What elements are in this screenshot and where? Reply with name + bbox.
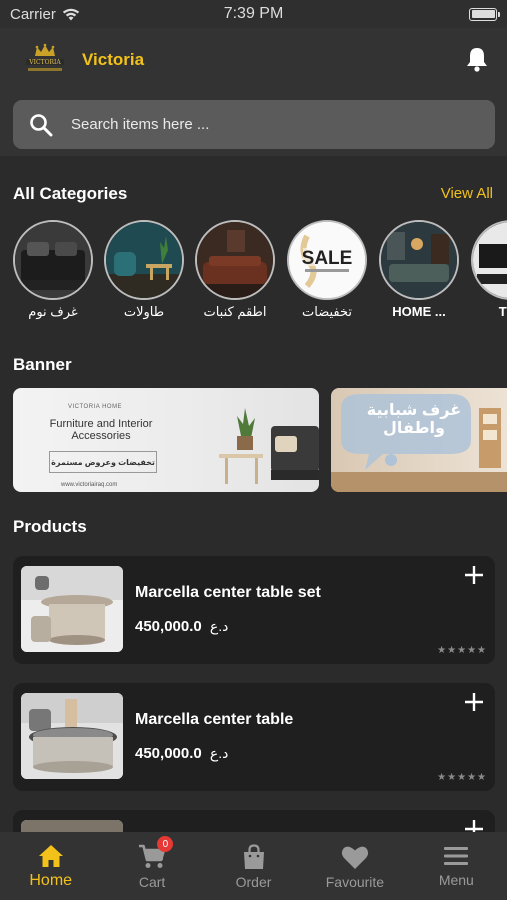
bottom-tab-bar: Home 0 Cart Order Favourite Menu (0, 832, 507, 900)
category-item-bedrooms[interactable]: غرف نوم (12, 220, 94, 320)
home-icon (38, 845, 63, 867)
banner-kids-title: غرف شبابية واطفال (366, 402, 462, 437)
rating-stars: ★★★★★ (437, 772, 487, 783)
category-label: اطقم كنبات (203, 304, 267, 319)
tab-label: Favourite (325, 874, 385, 890)
category-item-sale[interactable]: SALE تخفيضات (286, 220, 368, 320)
banner-kids-rooms[interactable]: غرف شبابية واطفال (331, 388, 507, 492)
banner-headline: Furniture and Interior Accessories (49, 418, 153, 442)
brand-name: Victoria (82, 50, 145, 69)
wifi-icon (62, 8, 80, 20)
price-value: 450,000.0 (135, 618, 202, 635)
price-currency: د.ع (209, 618, 229, 634)
status-bar: Carrier 7:39 PM (0, 0, 507, 28)
category-label: طاولات (123, 304, 165, 319)
search-icon (30, 113, 53, 136)
heart-icon (341, 846, 369, 869)
category-label: TV t (498, 304, 507, 319)
category-image (471, 220, 507, 300)
banner-url: www.victoriairaq.com (61, 482, 118, 488)
category-label: تخفيضات (302, 304, 352, 319)
tab-home[interactable]: Home (0, 832, 101, 900)
app-header: VICTORIA Victoria Search items here ... (0, 28, 507, 156)
victoria-logo: VICTORIA (26, 43, 64, 71)
category-label: HOME ... (392, 304, 446, 319)
categories-carousel[interactable]: غرف نوم طاولات اطقم كنبات SALE تخفيضات H… (0, 220, 507, 330)
product-image (21, 693, 123, 779)
search-input[interactable]: Search items here ... (71, 116, 209, 133)
status-left: Carrier (10, 6, 80, 23)
category-item-tv[interactable]: TV t (470, 220, 507, 319)
menu-icon (444, 847, 469, 865)
category-image (379, 220, 459, 300)
product-price: 450,000.0 د.ع (135, 618, 228, 635)
product-card[interactable]: Marcella center table 450,000.0 د.ع ★★★★… (13, 683, 495, 791)
add-to-cart-icon[interactable] (463, 564, 485, 586)
product-image (21, 566, 123, 652)
tab-label: Order (235, 874, 272, 890)
svg-text:SALE: SALE (302, 248, 353, 269)
banner-title: Banner (13, 355, 72, 374)
price-currency: د.ع (209, 745, 229, 761)
carrier-label: Carrier (10, 5, 56, 23)
category-label: غرف نوم (28, 304, 78, 319)
category-item-sofas[interactable]: اطقم كنبات (194, 220, 276, 320)
banner-brand: VICTORIA HOME (68, 404, 123, 410)
product-price: 450,000.0 د.ع (135, 745, 228, 762)
product-card[interactable]: Marcella center table set 450,000.0 د.ع … (13, 556, 495, 664)
bell-icon[interactable] (465, 46, 489, 72)
product-name: Marcella center table set (135, 584, 321, 601)
bag-icon (243, 844, 264, 869)
add-to-cart-icon[interactable] (463, 691, 485, 713)
category-image (195, 220, 275, 300)
category-image: SALE (287, 220, 367, 300)
categories-title: All Categories (13, 184, 128, 203)
category-image (13, 220, 93, 300)
banner-furniture-image (219, 408, 319, 484)
price-value: 450,000.0 (135, 745, 202, 762)
product-name: Marcella center table (135, 711, 294, 728)
category-item-home[interactable]: HOME ... (378, 220, 460, 319)
banner-furniture[interactable]: VICTORIA HOME Furniture and Interior Acc… (13, 388, 319, 492)
logo-wordmark: VICTORIA (28, 59, 61, 66)
view-all-link[interactable]: View All (441, 185, 493, 202)
tab-order[interactable]: Order (203, 832, 304, 900)
category-item-tables[interactable]: طاولات (103, 220, 185, 320)
search-bar[interactable]: Search items here ... (13, 100, 495, 149)
cart-count-badge: 0 (157, 836, 174, 852)
tab-label: Home (29, 872, 73, 889)
banner-offer: تخفيضات وعروض مستمرة (49, 451, 157, 473)
battery-icon (469, 7, 500, 21)
products-title: Products (13, 517, 87, 536)
tab-menu[interactable]: Menu (406, 832, 507, 900)
tab-label: Menu (438, 872, 474, 888)
tab-label: Cart (138, 874, 166, 890)
rating-stars: ★★★★★ (437, 645, 487, 656)
category-image (104, 220, 184, 300)
tab-cart[interactable]: 0 Cart (101, 832, 202, 900)
banner-carousel[interactable]: VICTORIA HOME Furniture and Interior Acc… (0, 388, 507, 492)
tab-favourite[interactable]: Favourite (304, 832, 405, 900)
